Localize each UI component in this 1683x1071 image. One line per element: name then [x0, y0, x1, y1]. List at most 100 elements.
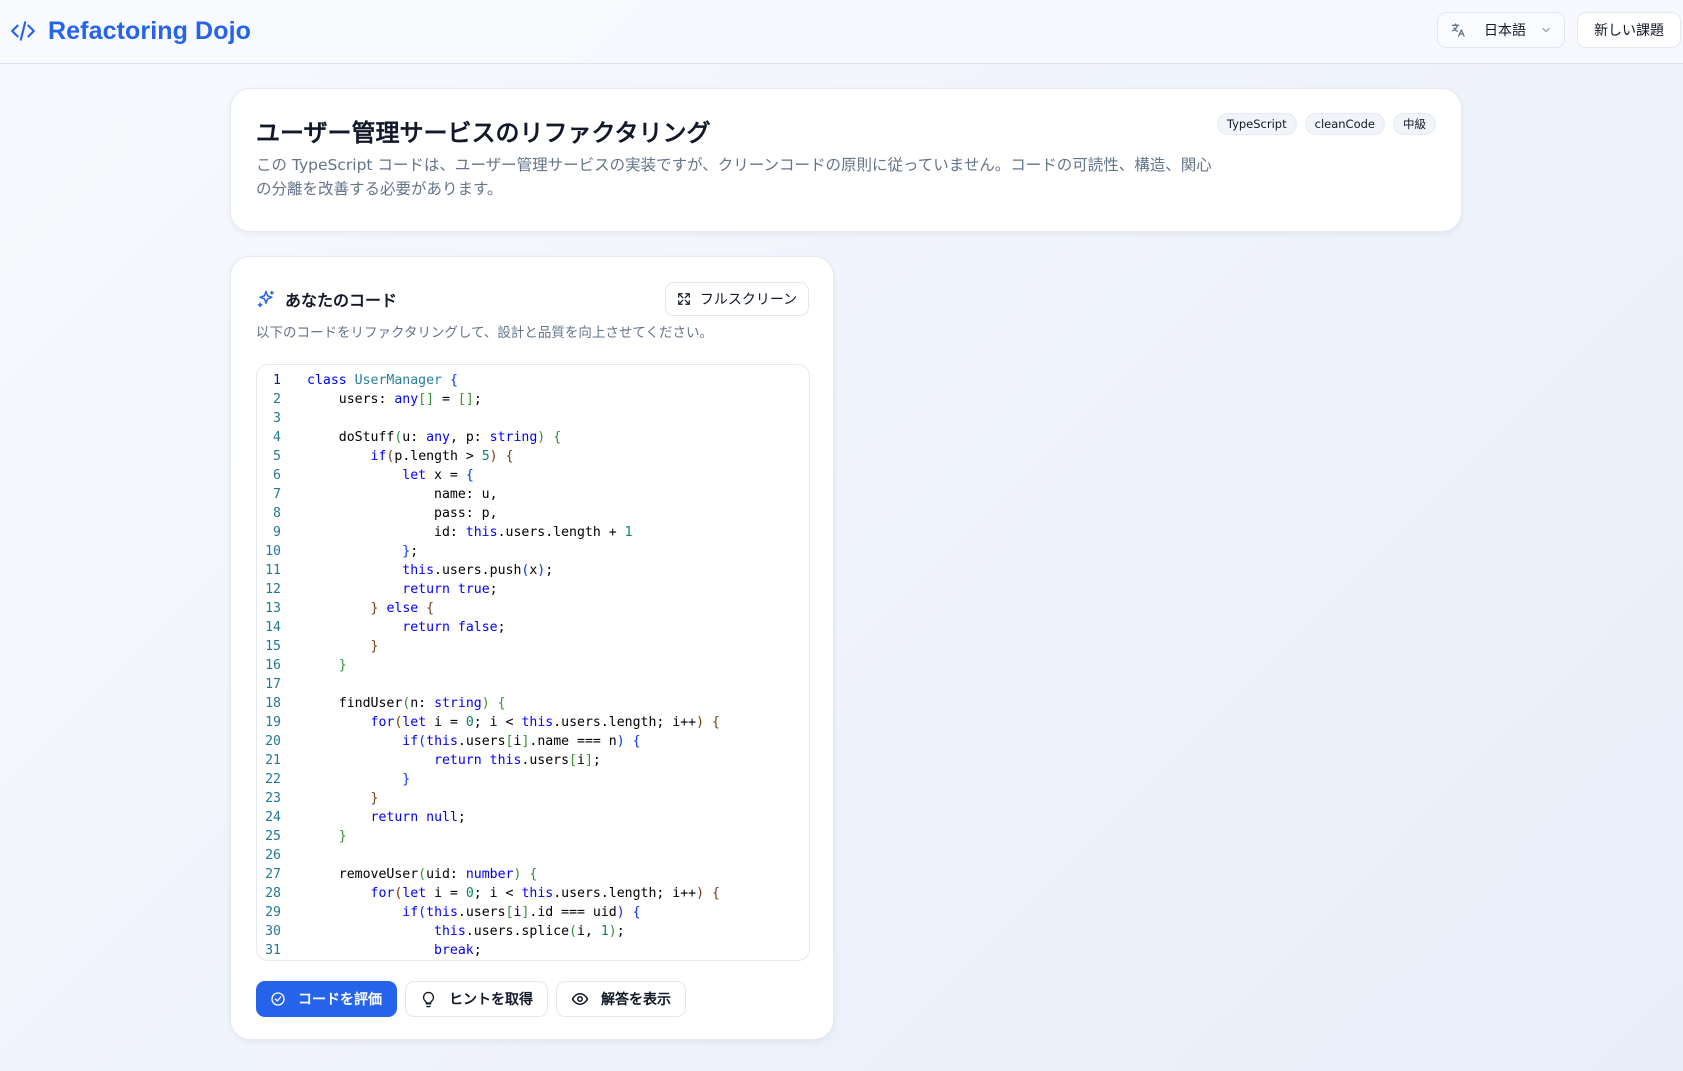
line-number: 29 [265, 905, 281, 920]
tag-category: cleanCode [1304, 113, 1385, 135]
line-number: 17 [265, 677, 281, 692]
tag-language: TypeScript [1216, 113, 1297, 135]
evaluate-code-label: コードを評価 [298, 992, 382, 1008]
lightbulb-icon [422, 991, 435, 1007]
code-icon [11, 21, 35, 41]
code-text: id: this.users.length + 1 [307, 525, 633, 540]
code-text: } [281, 960, 410, 961]
line-number: 2 [273, 392, 281, 407]
app-header: Refactoring Dojo 日本語 新しい課題 [0, 0, 1683, 64]
app-title: Refactoring Dojo [48, 16, 251, 45]
fullscreen-label: フルスクリーン [699, 292, 798, 308]
line-number: 30 [265, 924, 281, 939]
code-line[interactable]: 10 }; [257, 542, 809, 561]
code-line[interactable]: 15 } [257, 637, 809, 656]
line-number: 24 [265, 810, 281, 825]
eye-icon [571, 993, 589, 1005]
line-number: 31 [265, 943, 281, 958]
code-line[interactable]: 32 } [257, 960, 809, 961]
tag-difficulty: 中級 [1393, 113, 1436, 135]
line-number: 25 [265, 829, 281, 844]
app-logo[interactable]: Refactoring Dojo [10, 14, 251, 48]
code-line[interactable]: 27 removeUser(uid: number) { [257, 865, 809, 884]
code-line[interactable]: 8 pass: p, [257, 504, 809, 523]
code-line[interactable]: 6 let x = { [257, 466, 809, 485]
code-line[interactable]: 18 findUser(n: string) { [257, 694, 809, 713]
code-text: name: u, [307, 487, 498, 502]
code-line[interactable]: 9 id: this.users.length + 1 [257, 523, 809, 542]
code-line[interactable]: 21 return this.users[i]; [257, 751, 809, 770]
code-line[interactable]: 28 for(let i = 0; i < this.users.length;… [257, 884, 809, 903]
code-line[interactable]: 20 if(this.users[i].name === n) { [257, 732, 809, 751]
evaluate-code-button[interactable]: コードを評価 [256, 981, 397, 1017]
sparkles-icon [257, 290, 274, 308]
editor-header: あなたのコード [256, 287, 397, 311]
code-text: this.users.splice(i, 1); [434, 924, 625, 939]
code-line[interactable]: 17 [257, 675, 809, 694]
code-line[interactable]: 30 this.users.splice(i, 1); [257, 922, 809, 941]
line-number: 27 [265, 867, 281, 882]
code-line[interactable]: 2 users: any[] = []; [257, 390, 809, 409]
code-line[interactable]: 1 class UserManager { [257, 371, 809, 390]
code-text: } [402, 772, 411, 787]
get-hint-button[interactable]: ヒントを取得 [405, 981, 548, 1017]
code-text: } else { [370, 601, 435, 616]
language-select[interactable]: 日本語 [1437, 12, 1565, 48]
show-solution-button[interactable]: 解答を表示 [556, 981, 686, 1017]
code-line[interactable]: 4 doStuff(u: any, p: string) { [257, 428, 809, 447]
line-number: 1 [273, 373, 281, 388]
code-text: findUser(n: string) { [307, 696, 506, 711]
code-line[interactable]: 14 return false; [257, 618, 809, 637]
code-text: return true; [402, 582, 498, 597]
new-challenge-button[interactable]: 新しい課題 [1577, 12, 1681, 48]
code-line[interactable]: 23 } [257, 789, 809, 808]
code-text: this.users.push(x); [402, 563, 554, 578]
code-line[interactable]: 5 if(p.length > 5) { [257, 447, 809, 466]
code-text: users: any[] = []; [307, 392, 482, 407]
code-line[interactable]: 25 } [257, 827, 809, 846]
editor-title: あなたのコード [285, 291, 398, 310]
code-text: return false; [402, 620, 506, 635]
action-bar: コードを評価 ヒントを取得 解答を表示 [256, 981, 686, 1017]
translate-icon [1452, 23, 1465, 37]
fullscreen-button[interactable]: フルスクリーン [665, 282, 809, 316]
code-line[interactable]: 22 } [257, 770, 809, 789]
expand-icon [678, 293, 690, 305]
code-line[interactable]: 26 [257, 846, 809, 865]
code-line[interactable]: 24 return null; [257, 808, 809, 827]
code-line[interactable]: 16 } [257, 656, 809, 675]
code-line[interactable]: 12 return true; [257, 580, 809, 599]
code-text: let x = { [402, 468, 474, 483]
line-number: 26 [265, 848, 281, 863]
code-line[interactable]: 7 name: u, [257, 485, 809, 504]
line-number: 23 [265, 791, 281, 806]
code-text: for(let i = 0; i < this.users.length; i+… [370, 715, 720, 730]
code-line[interactable]: 31 break; [257, 941, 809, 960]
code-editor[interactable]: 1 class UserManager {2 users: any[] = [];… [256, 364, 810, 961]
code-text: }; [402, 544, 419, 559]
code-text: break; [434, 943, 482, 958]
language-label: 日本語 [1484, 23, 1526, 39]
line-number: 18 [265, 696, 281, 711]
line-number: 13 [265, 601, 281, 616]
code-text: return null; [370, 810, 466, 825]
code-line[interactable]: 13 } else { [257, 599, 809, 618]
code-line[interactable]: 29 if(this.users[i].id === uid) { [257, 903, 809, 922]
code-text: } [338, 829, 347, 844]
code-line[interactable]: 11 this.users.push(x); [257, 561, 809, 580]
get-hint-label: ヒントを取得 [449, 992, 533, 1008]
code-line[interactable]: 19 for(let i = 0; i < this.users.length;… [257, 713, 809, 732]
line-number: 32 [257, 960, 281, 961]
line-number: 6 [273, 468, 281, 483]
line-number: 19 [265, 715, 281, 730]
problem-description: この TypeScript コードは、ユーザー管理サービスの実装ですが、クリーン… [256, 156, 1212, 198]
line-number: 15 [265, 639, 281, 654]
line-number: 4 [273, 430, 281, 445]
line-number: 14 [265, 620, 281, 635]
line-number: 3 [273, 411, 281, 426]
chevron-down-icon [1542, 27, 1550, 33]
code-line[interactable]: 3 [257, 409, 809, 428]
